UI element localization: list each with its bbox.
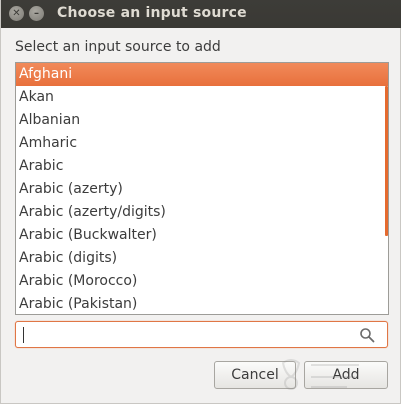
dialog-window: ✕ – Choose an input source Select an inp… [0,0,401,404]
list-item[interactable]: Arabic (Pakistan) [16,293,388,314]
add-button[interactable]: Add [304,361,388,389]
window-title: Choose an input source [57,5,247,21]
title-bar[interactable]: ✕ – Choose an input source [1,0,401,28]
list-item[interactable]: Akan [16,86,388,109]
close-icon: ✕ [12,7,21,19]
prompt-label: Select an input source to add [15,39,221,55]
list-item[interactable]: Arabic (azerty/digits) [16,201,388,224]
search-field[interactable] [15,321,388,348]
close-window-button[interactable]: ✕ [9,6,24,21]
list-item[interactable]: Arabic (digits) [16,247,388,270]
list-item[interactable]: Arabic (Morocco) [16,270,388,293]
search-icon[interactable] [359,327,375,343]
list-item[interactable]: Albanian [16,109,388,132]
list-scrollbar[interactable] [385,86,388,236]
minimize-window-button[interactable]: – [29,6,44,21]
list-item[interactable]: Arabic (azerty) [16,178,388,201]
text-caret [23,327,24,343]
minimize-icon: – [34,7,39,19]
list-item[interactable]: Arabic (Buckwalter) [16,224,388,247]
list-item[interactable]: Afghani [16,63,388,86]
cancel-button[interactable]: Cancel [214,361,296,389]
search-input[interactable] [22,325,352,344]
input-source-list[interactable]: Afghani Akan Albanian Amharic Arabic Arabic (… [15,62,389,315]
list-item[interactable]: Arabic [16,155,388,178]
list-item[interactable]: Amharic [16,132,388,155]
